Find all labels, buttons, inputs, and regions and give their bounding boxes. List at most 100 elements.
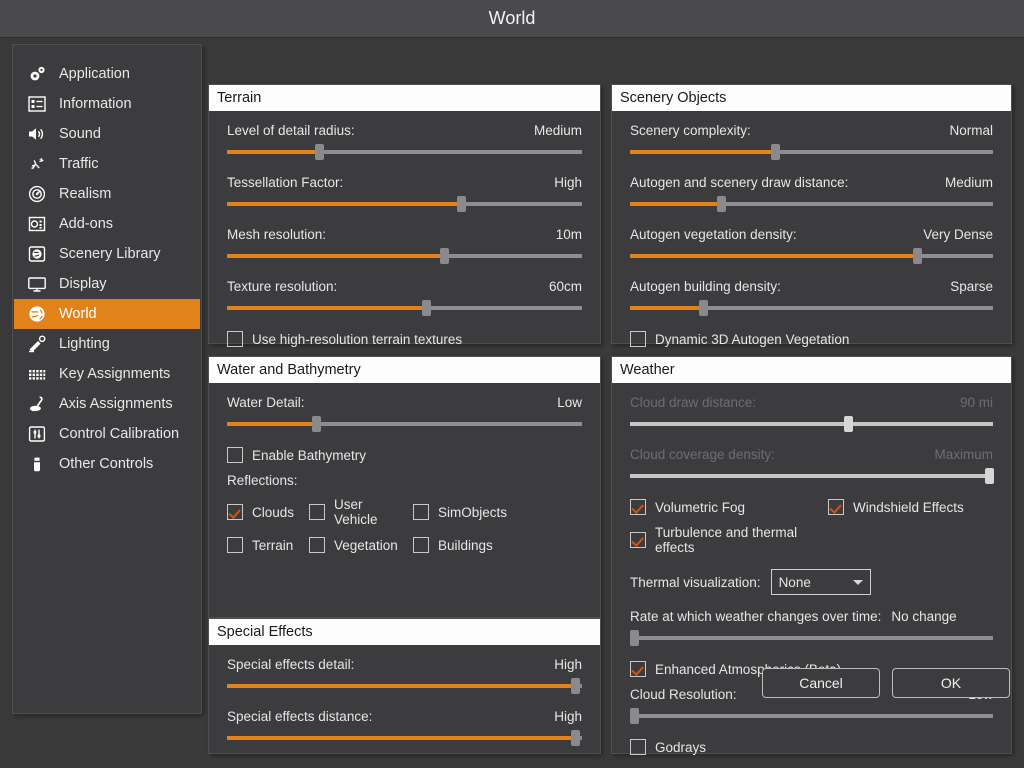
- thermal-visualization-dropdown[interactable]: None: [770, 569, 871, 595]
- slider-scenery-complexity-thumb[interactable]: [771, 144, 781, 160]
- slider-autogen-and-scenery-draw-distance-thumb[interactable]: [716, 196, 726, 212]
- slider-water-detail-labels: Water Detail: Low: [227, 395, 582, 410]
- slider-autogen-vegetation-density-thumb[interactable]: [912, 248, 922, 264]
- sidebar-item-traffic[interactable]: Traffic: [14, 149, 200, 179]
- checkbox-reflection-buildings[interactable]: Buildings: [413, 537, 574, 553]
- sidebar-item-realism[interactable]: Realism: [14, 179, 200, 209]
- slider-scenery-complexity-value: Normal: [949, 123, 993, 138]
- speaker-icon: [26, 123, 48, 145]
- slider-water-detail-thumb[interactable]: [311, 416, 321, 432]
- slider-scenery-complexity[interactable]: [630, 144, 993, 160]
- checkbox-turbulence-and-thermal-effects[interactable]: Turbulence and thermal effects: [630, 525, 820, 555]
- slider-autogen-building-density-thumb[interactable]: [698, 300, 708, 316]
- sidebar-item-lighting[interactable]: Lighting: [14, 329, 200, 359]
- slider-weather-rate-labels: Rate at which weather changes over time:…: [630, 609, 993, 624]
- slider-autogen-and-scenery-draw-distance[interactable]: [630, 196, 993, 212]
- sidebar-item-application[interactable]: Application: [14, 59, 200, 89]
- checkbox-windshield-effects-box[interactable]: [828, 499, 844, 515]
- checkbox-dynamic-3d-autogen-vegetation[interactable]: Dynamic 3D Autogen Vegetation: [630, 331, 849, 347]
- slider-special-effects-distance[interactable]: [227, 730, 582, 746]
- slider-level-of-detail-radius-label: Level of detail radius:: [227, 123, 355, 138]
- checkbox-use-high-resolution-terrain-textures-box[interactable]: [227, 331, 243, 347]
- checkbox-enable-bathymetry-box[interactable]: [227, 447, 243, 463]
- panel-weather-header: Weather: [612, 357, 1011, 383]
- slider-weather-rate-value: No change: [891, 609, 957, 624]
- checkbox-reflection-clouds-box[interactable]: [227, 504, 243, 520]
- ok-button[interactable]: OK: [892, 668, 1010, 698]
- keyboard-icon: [26, 363, 48, 385]
- checkbox-enable-bathymetry-label: Enable Bathymetry: [252, 447, 367, 463]
- slider-texture-resolution-row: Texture resolution: 60cm: [227, 279, 582, 316]
- checkbox-reflection-clouds[interactable]: Clouds: [227, 497, 301, 527]
- sidebar-item-other-controls[interactable]: Other Controls: [14, 449, 200, 479]
- sidebar-item-world[interactable]: World: [14, 299, 200, 329]
- sidebar-item-display[interactable]: Display: [14, 269, 200, 299]
- slider-cloud-draw-distance-value: 90 mi: [959, 395, 993, 410]
- slider-level-of-detail-radius[interactable]: [227, 144, 582, 160]
- checkbox-windshield-effects[interactable]: Windshield Effects: [828, 499, 985, 515]
- sidebar-item-sound[interactable]: Sound: [14, 119, 200, 149]
- sidebar-item-axis-assignments[interactable]: Axis Assignments: [14, 389, 200, 419]
- sidebar-item-information[interactable]: Information: [14, 89, 200, 119]
- scenery-checkbox-row: Dynamic 3D Autogen Vegetation: [630, 331, 993, 347]
- checkbox-godrays-box[interactable]: [630, 739, 646, 755]
- slider-special-effects-distance-thumb[interactable]: [570, 730, 580, 746]
- checkbox-reflection-terrain[interactable]: Terrain: [227, 537, 301, 553]
- checkbox-reflection-user-vehicle[interactable]: User Vehicle: [309, 497, 405, 527]
- checkbox-reflection-vegetation[interactable]: Vegetation: [309, 537, 405, 553]
- slider-cloud-coverage-density-track: [630, 474, 993, 478]
- slider-cloud-draw-distance-thumb[interactable]: [843, 416, 853, 432]
- checkbox-reflection-user-vehicle-box[interactable]: [309, 504, 325, 520]
- slider-texture-resolution[interactable]: [227, 300, 582, 316]
- window-title: World: [488, 8, 536, 28]
- checkbox-reflection-terrain-box[interactable]: [227, 537, 243, 553]
- checkbox-godrays[interactable]: Godrays: [630, 739, 706, 755]
- checkbox-reflection-vegetation-box[interactable]: [309, 537, 325, 553]
- slider-cloud-coverage-density-labels: Cloud coverage density: Maximum: [630, 447, 993, 462]
- slider-level-of-detail-radius-thumb[interactable]: [315, 144, 325, 160]
- slider-scenery-complexity-labels: Scenery complexity: Normal: [630, 123, 993, 138]
- addons-box-icon: [26, 213, 48, 235]
- checkbox-volumetric-fog-label: Volumetric Fog: [655, 499, 746, 515]
- slider-autogen-vegetation-density[interactable]: [630, 248, 993, 264]
- slider-tessellation-factor-value: High: [554, 175, 582, 190]
- sidebar-item-label: Add-ons: [59, 216, 114, 232]
- slider-cloud-draw-distance[interactable]: [630, 416, 993, 432]
- slider-cloud-coverage-density[interactable]: [630, 468, 995, 484]
- checkbox-turbulence-and-thermal-effects-box[interactable]: [630, 532, 646, 548]
- sidebar-item-control-calibration[interactable]: Control Calibration: [14, 419, 200, 449]
- slider-cloud-draw-distance-row: Cloud draw distance: 90 mi: [630, 395, 993, 432]
- checkbox-use-high-resolution-terrain-textures[interactable]: Use high-resolution terrain textures: [227, 331, 462, 347]
- checkbox-volumetric-fog[interactable]: Volumetric Fog: [630, 499, 820, 515]
- cancel-button[interactable]: Cancel: [762, 668, 880, 698]
- checkbox-volumetric-fog-box[interactable]: [630, 499, 646, 515]
- slider-tessellation-factor[interactable]: [227, 196, 582, 212]
- checkbox-dynamic-3d-autogen-vegetation-box[interactable]: [630, 331, 646, 347]
- sidebar-item-label: Display: [59, 276, 107, 292]
- slider-cloud-draw-distance-track: [630, 422, 993, 426]
- slider-mesh-resolution[interactable]: [227, 248, 582, 264]
- sidebar-item-scenery-library[interactable]: Scenery Library: [14, 239, 200, 269]
- slider-water-detail[interactable]: [227, 416, 582, 432]
- checkbox-reflection-simobjects[interactable]: SimObjects: [413, 497, 574, 527]
- panel-scenery-body: Scenery complexity: Normal Autogen and s…: [612, 111, 1011, 347]
- slider-autogen-building-density[interactable]: [630, 300, 993, 316]
- globe-box-icon: [26, 243, 48, 265]
- sidebar-item-add-ons[interactable]: Add-ons: [14, 209, 200, 239]
- slider-level-of-detail-radius-value: Medium: [533, 123, 582, 138]
- panel-terrain: Terrain Level of detail radius: Medium T…: [208, 84, 601, 347]
- slider-tessellation-factor-fill: [227, 202, 462, 206]
- checkbox-enable-bathymetry[interactable]: Enable Bathymetry: [227, 447, 366, 463]
- sidebar-item-key-assignments[interactable]: Key Assignments: [14, 359, 200, 389]
- slider-texture-resolution-thumb[interactable]: [421, 300, 431, 316]
- slider-tessellation-factor-thumb[interactable]: [457, 196, 467, 212]
- checkbox-reflection-buildings-box[interactable]: [413, 537, 429, 553]
- sliders-box-icon: [26, 423, 48, 445]
- airplanes-icon: [26, 153, 48, 175]
- slider-mesh-resolution-thumb[interactable]: [439, 248, 449, 264]
- slider-autogen-building-density-value: Sparse: [950, 279, 993, 294]
- slider-autogen-vegetation-density-label: Autogen vegetation density:: [630, 227, 797, 242]
- checkbox-reflection-simobjects-box[interactable]: [413, 504, 429, 520]
- sidebar-item-label: Realism: [59, 186, 112, 202]
- slider-cloud-coverage-density-thumb[interactable]: [985, 468, 995, 484]
